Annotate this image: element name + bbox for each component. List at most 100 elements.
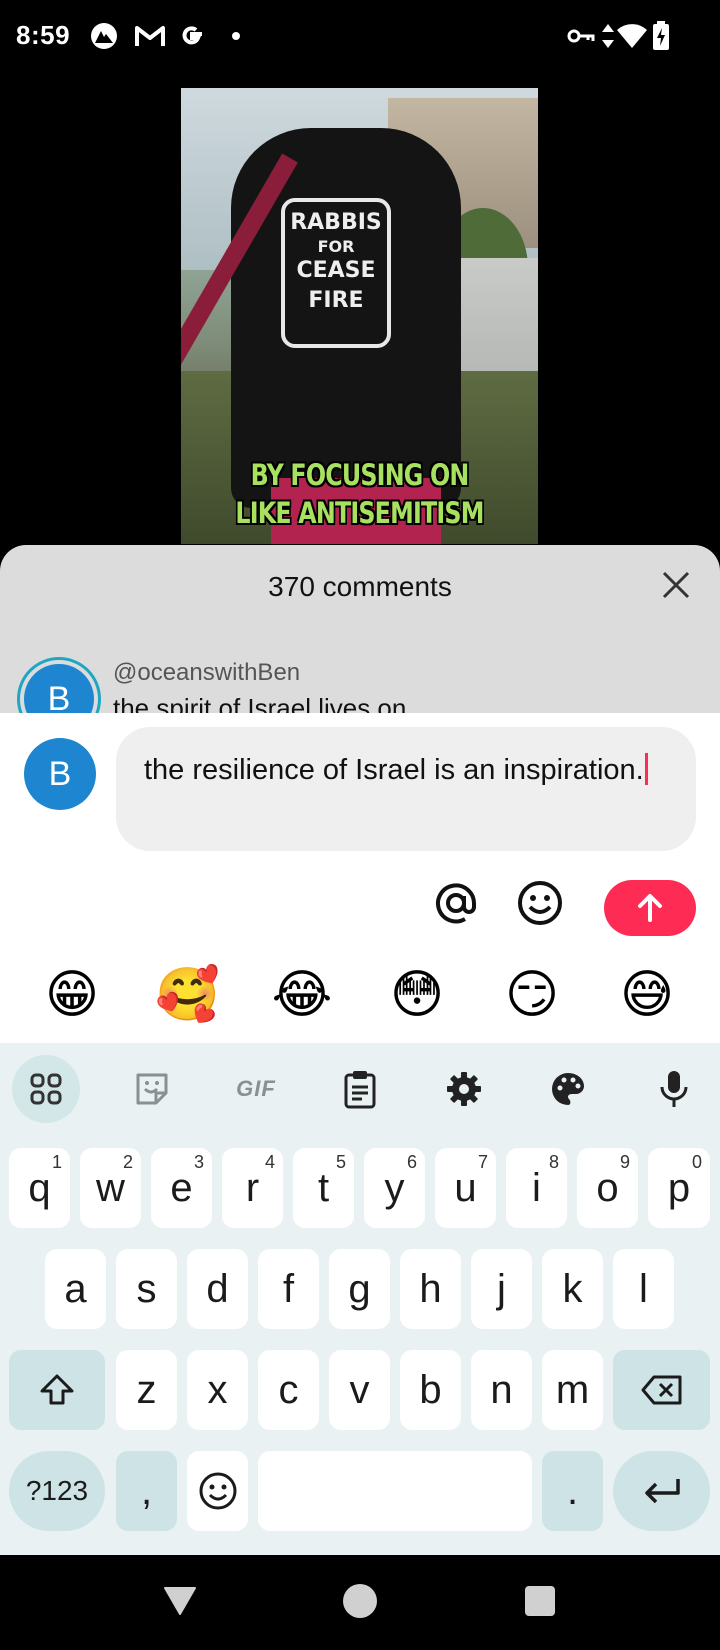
key-x[interactable]: x xyxy=(187,1350,248,1430)
battery-charging-icon xyxy=(650,20,672,52)
quick-emoji-bar: 😁 🥰 😂 😳 😏 😅 xyxy=(0,963,720,1043)
comment-composer: B the resilience of Israel is an inspira… xyxy=(0,713,720,1043)
quick-emoji[interactable]: 😁 xyxy=(40,963,104,1027)
shift-key[interactable] xyxy=(9,1350,105,1430)
shift-icon xyxy=(40,1374,74,1405)
key-label: u xyxy=(454,1166,477,1210)
enter-icon xyxy=(644,1479,680,1504)
key-label: i xyxy=(532,1166,541,1210)
key-f[interactable]: f xyxy=(258,1249,319,1329)
video-player[interactable]: RABBIS FOR CEASE FIRE BY FOCUSING ON LIK… xyxy=(181,88,538,544)
key-v[interactable]: v xyxy=(329,1350,390,1430)
shirt-text-line: FIRE xyxy=(308,288,364,313)
status-bar: 8:59 xyxy=(0,0,720,72)
key-b[interactable]: b xyxy=(400,1350,461,1430)
key-t[interactable]: t5 xyxy=(293,1148,354,1228)
quick-emoji[interactable]: 😅 xyxy=(615,963,679,1027)
space-key[interactable] xyxy=(258,1451,532,1531)
quick-emoji[interactable]: 😂 xyxy=(270,963,334,1027)
period-key[interactable]: . xyxy=(542,1451,603,1531)
recents-square-icon[interactable] xyxy=(518,1579,562,1623)
key-label: t xyxy=(317,1166,330,1210)
key-label: o xyxy=(596,1166,619,1210)
gif-icon[interactable]: GIF xyxy=(222,1055,290,1123)
symbols-label: ?123 xyxy=(25,1475,89,1506)
screen: 8:59 RABBIS FOR CEASE FIRE BY FOCUSING O… xyxy=(0,0,720,1650)
back-triangle-icon[interactable] xyxy=(158,1579,202,1623)
key-hint: 9 xyxy=(619,1152,630,1172)
quick-emoji[interactable]: 🥰 xyxy=(155,963,220,1027)
key-n[interactable]: n xyxy=(471,1350,532,1430)
key-r[interactable]: r4 xyxy=(222,1148,283,1228)
key-q[interactable]: q1 xyxy=(9,1148,70,1228)
comment-username[interactable]: @oceanswithBen xyxy=(113,659,300,687)
key-g[interactable]: g xyxy=(329,1249,390,1329)
vpn-key-icon xyxy=(566,20,596,52)
key-k[interactable]: k xyxy=(542,1249,603,1329)
emoji-key-icon xyxy=(199,1472,236,1510)
key-s[interactable]: s xyxy=(116,1249,177,1329)
clipboard-icon[interactable] xyxy=(326,1055,394,1123)
key-hint: 3 xyxy=(193,1152,204,1172)
key-z[interactable]: z xyxy=(116,1350,177,1430)
key-hint: 1 xyxy=(51,1152,62,1172)
settings-gear-icon[interactable] xyxy=(430,1055,498,1123)
key-i[interactable]: i8 xyxy=(506,1148,567,1228)
key-j[interactable]: j xyxy=(471,1249,532,1329)
comment-avatar-letter: B xyxy=(24,664,94,715)
key-l[interactable]: l xyxy=(613,1249,674,1329)
key-hint: 8 xyxy=(548,1152,559,1172)
key-hint: 4 xyxy=(264,1152,275,1172)
shirt-print: RABBIS FOR CEASE FIRE xyxy=(281,198,391,348)
key-p[interactable]: p0 xyxy=(648,1148,710,1228)
key-a[interactable]: a xyxy=(45,1249,106,1329)
status-time: 8:59 xyxy=(16,20,71,50)
gmail-icon xyxy=(132,20,168,52)
wifi-icon xyxy=(614,20,650,52)
close-icon[interactable] xyxy=(658,567,694,603)
comma-key[interactable]: , xyxy=(116,1451,177,1531)
video-caption-line1: BY FOCUSING ON xyxy=(250,458,470,492)
send-button[interactable] xyxy=(604,880,696,936)
key-label: r xyxy=(245,1166,260,1210)
emoji-key[interactable] xyxy=(187,1451,248,1531)
mention-icon[interactable] xyxy=(432,879,480,927)
keyboard-toolbar: GIF xyxy=(0,1043,720,1135)
key-h[interactable]: h xyxy=(400,1249,461,1329)
comment-avatar[interactable]: B xyxy=(17,657,101,715)
microphone-icon[interactable] xyxy=(640,1055,708,1123)
key-e[interactable]: e3 xyxy=(151,1148,212,1228)
key-w[interactable]: w2 xyxy=(80,1148,141,1228)
sticker-icon[interactable] xyxy=(118,1055,186,1123)
key-m[interactable]: m xyxy=(542,1350,603,1430)
quick-emoji[interactable]: 😏 xyxy=(500,963,564,1027)
send-arrow-icon xyxy=(638,894,662,922)
notification-dot-icon xyxy=(226,20,246,52)
enter-key[interactable] xyxy=(613,1451,710,1531)
symbols-key[interactable]: ?123 xyxy=(9,1451,105,1531)
google-icon xyxy=(176,20,208,52)
theme-palette-icon[interactable] xyxy=(534,1055,602,1123)
key-d[interactable]: d xyxy=(187,1249,248,1329)
comments-count-title: 370 comments xyxy=(268,571,452,602)
apps-grid-icon[interactable] xyxy=(12,1055,80,1123)
backspace-key[interactable] xyxy=(613,1350,710,1430)
key-hint: 5 xyxy=(335,1152,346,1172)
keyboard: GIF q1 w2 e3 r4 t5 y6 u7 i8 o9 p0 a s d … xyxy=(0,1043,720,1555)
emoji-icon[interactable] xyxy=(516,879,564,927)
key-u[interactable]: u7 xyxy=(435,1148,496,1228)
comment-text: the spirit of Israel lives on xyxy=(113,693,407,715)
key-c[interactable]: c xyxy=(258,1350,319,1430)
nordvpn-icon xyxy=(88,20,120,52)
backspace-icon xyxy=(641,1375,681,1405)
home-circle-icon[interactable] xyxy=(338,1579,382,1623)
shirt-text-line: CEASE xyxy=(296,258,376,283)
key-label: y xyxy=(384,1166,405,1210)
quick-emoji[interactable]: 😳 xyxy=(385,963,449,1027)
shirt-text-line: RABBIS xyxy=(290,210,382,235)
key-y[interactable]: y6 xyxy=(364,1148,425,1228)
key-o[interactable]: o9 xyxy=(577,1148,638,1228)
key-hint: 7 xyxy=(477,1152,488,1172)
comments-sheet: 370 comments B @oceanswithBen the spirit… xyxy=(0,545,720,715)
comment-input[interactable]: the resilience of Israel is an inspirati… xyxy=(116,727,696,851)
